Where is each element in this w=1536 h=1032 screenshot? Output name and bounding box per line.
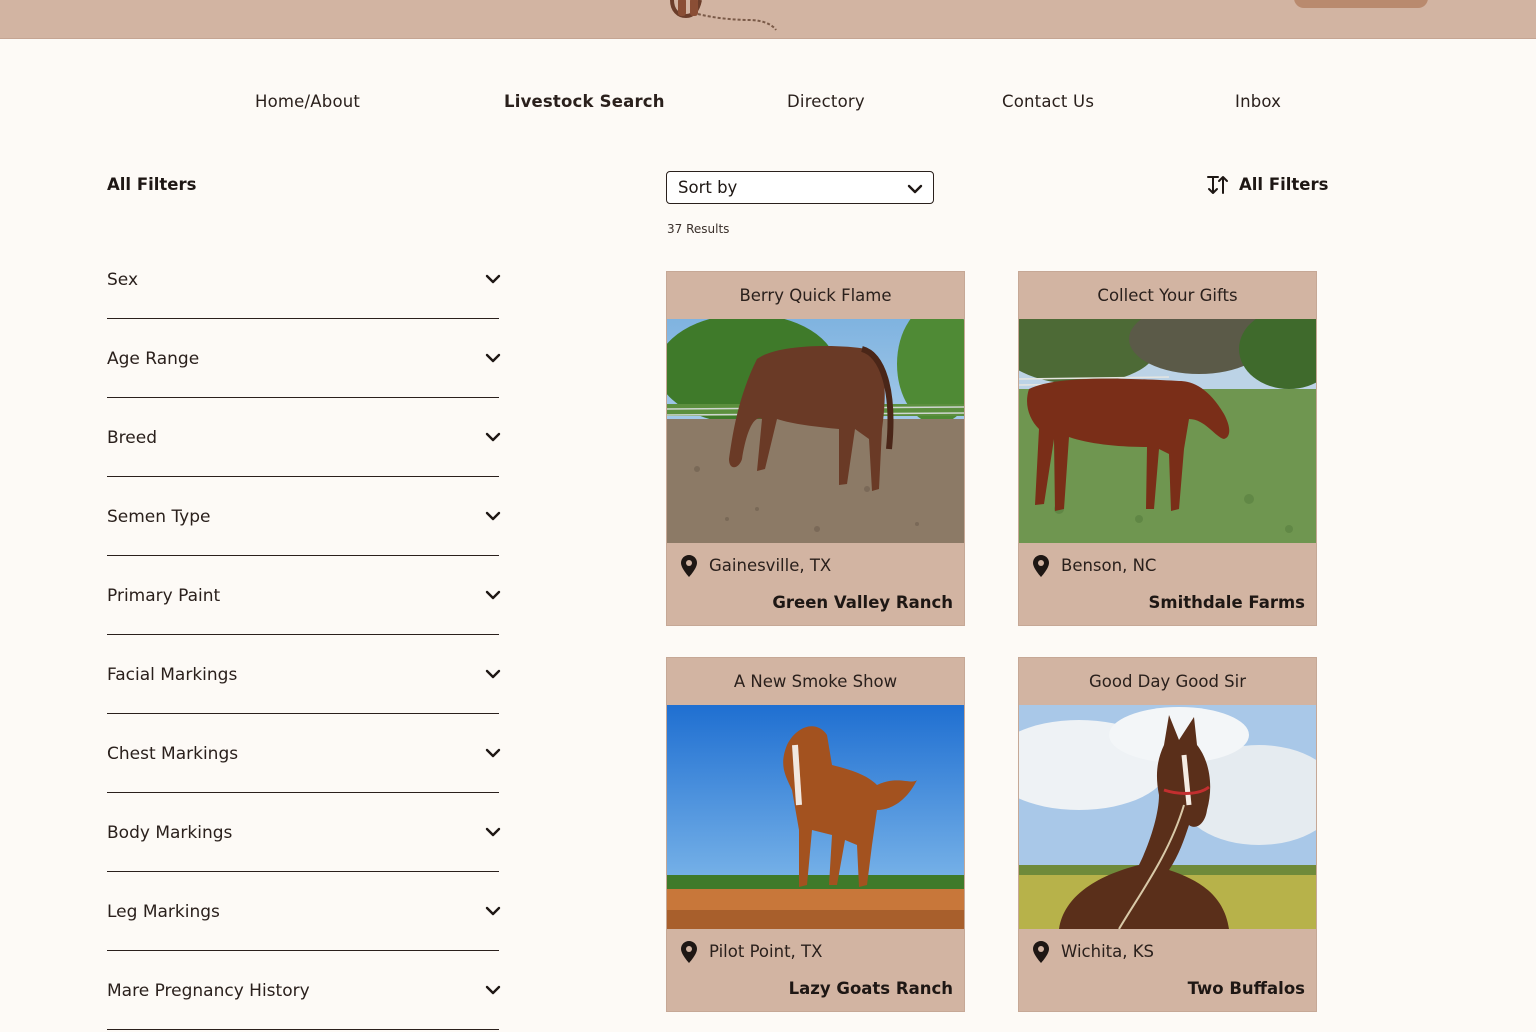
- location-pin-icon: [681, 555, 697, 577]
- chevron-down-icon: [907, 184, 923, 194]
- listing-location: Pilot Point, TX: [709, 942, 823, 961]
- filter-label: Chest Markings: [107, 744, 239, 764]
- filter-label: Body Markings: [107, 823, 233, 843]
- chevron-down-icon[interactable]: [485, 747, 501, 759]
- filter-divider: [107, 713, 499, 714]
- location-pin-icon: [681, 941, 697, 963]
- listing-title: A New Smoke Show: [733, 672, 898, 691]
- filter-row[interactable]: Leg Markings: [107, 902, 501, 981]
- filter-divider: [107, 792, 499, 793]
- filter-row[interactable]: Mare Pregnancy History: [107, 981, 501, 1032]
- chevron-down-icon[interactable]: [485, 589, 501, 601]
- chevron-down-icon[interactable]: [485, 352, 501, 364]
- listing-photo[interactable]: [667, 319, 964, 543]
- filter-row[interactable]: Body Markings: [107, 823, 501, 902]
- sort-dropdown[interactable]: Sort by: [666, 171, 934, 204]
- filter-row[interactable]: Chest Markings: [107, 744, 501, 823]
- filter-divider: [107, 950, 499, 951]
- results-count: 37 Results: [667, 222, 730, 236]
- main-nav: Home/About Livestock Search Directory Co…: [0, 92, 1536, 120]
- nav-directory[interactable]: Directory: [787, 92, 865, 111]
- filter-row[interactable]: Primary Paint: [107, 586, 501, 665]
- listing-location: Wichita, KS: [1061, 942, 1155, 961]
- header-action-button[interactable]: [1294, 0, 1428, 8]
- location-pin-icon: [1033, 555, 1049, 577]
- listing-photo[interactable]: [667, 705, 964, 929]
- listing-ranch[interactable]: Smithdale Farms: [1149, 593, 1306, 612]
- filter-label: Breed: [107, 428, 157, 448]
- listing-location: Benson, NC: [1061, 556, 1157, 575]
- filter-row[interactable]: Sex: [107, 270, 501, 349]
- listing-ranch[interactable]: Two Buffalos: [1188, 979, 1305, 998]
- filter-row[interactable]: Breed: [107, 428, 501, 507]
- filter-label: Facial Markings: [107, 665, 238, 685]
- filter-label: Age Range: [107, 349, 200, 369]
- top-header-bar: [0, 0, 1536, 39]
- logo-rope-icon[interactable]: [664, 0, 784, 36]
- sort-arrows-icon: [1207, 176, 1228, 194]
- filter-label: Sex: [107, 270, 139, 290]
- filter-divider: [107, 1029, 499, 1030]
- listing-card[interactable]: Good Day Good Sir Wichita, KS Two Buffal…: [1018, 657, 1317, 1012]
- filter-divider: [107, 476, 499, 477]
- filter-divider: [107, 397, 499, 398]
- filter-divider: [107, 634, 499, 635]
- filter-label: Mare Pregnancy History: [107, 981, 310, 1001]
- nav-home-about[interactable]: Home/About: [255, 92, 360, 111]
- listing-title: Good Day Good Sir: [1088, 672, 1247, 691]
- all-filters-label: All Filters: [1239, 175, 1329, 194]
- chevron-down-icon[interactable]: [485, 273, 501, 285]
- nav-livestock-search[interactable]: Livestock Search: [504, 92, 665, 111]
- filter-label: Semen Type: [107, 507, 211, 527]
- chevron-down-icon[interactable]: [485, 431, 501, 443]
- listing-photo[interactable]: [1019, 705, 1316, 929]
- filter-divider: [107, 555, 499, 556]
- listing-location: Gainesville, TX: [709, 556, 832, 575]
- sort-label: Sort by: [678, 178, 738, 197]
- listing-ranch[interactable]: Lazy Goats Ranch: [789, 979, 953, 998]
- listing-photo[interactable]: [1019, 319, 1316, 543]
- filter-row[interactable]: Facial Markings: [107, 665, 501, 744]
- listing-card[interactable]: Berry Quick Flame Gainesville, TX Green …: [666, 271, 965, 626]
- listing-title: Collect Your Gifts: [1097, 286, 1238, 305]
- filter-label: Leg Markings: [107, 902, 220, 922]
- filter-divider: [107, 318, 499, 319]
- sidebar-title: All Filters: [107, 175, 197, 194]
- filter-label: Primary Paint: [107, 586, 221, 606]
- listing-title: Berry Quick Flame: [739, 286, 892, 305]
- chevron-down-icon[interactable]: [485, 905, 501, 917]
- filter-row[interactable]: Semen Type: [107, 507, 501, 586]
- filter-divider: [107, 871, 499, 872]
- listing-card[interactable]: Collect Your Gifts Benson, NC Smithdale …: [1018, 271, 1317, 626]
- listing-ranch[interactable]: Green Valley Ranch: [772, 593, 953, 612]
- chevron-down-icon[interactable]: [485, 826, 501, 838]
- chevron-down-icon[interactable]: [485, 510, 501, 522]
- location-pin-icon: [1033, 941, 1049, 963]
- chevron-down-icon[interactable]: [485, 668, 501, 680]
- filter-row[interactable]: Age Range: [107, 349, 501, 428]
- chevron-down-icon[interactable]: [485, 984, 501, 996]
- nav-inbox[interactable]: Inbox: [1235, 92, 1281, 111]
- nav-contact-us[interactable]: Contact Us: [1002, 92, 1094, 111]
- listing-card[interactable]: A New Smoke Show Pilot Point, TX Lazy Go…: [666, 657, 965, 1012]
